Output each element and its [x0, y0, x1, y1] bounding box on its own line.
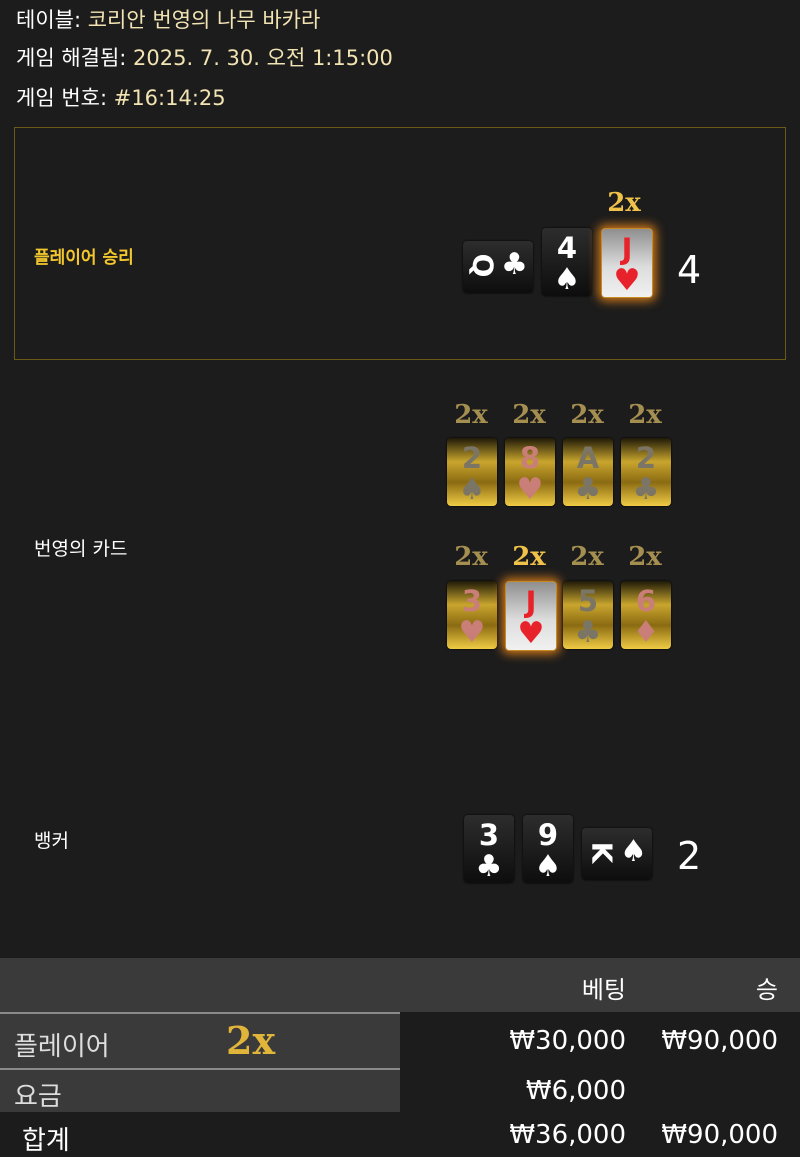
card-rank: J: [621, 232, 633, 266]
card-rank: 2: [635, 441, 657, 475]
playing-card: 9 ♠: [523, 815, 573, 884]
player-bet-multiplier: 2x: [226, 1018, 276, 1063]
card-rank: 9: [537, 818, 559, 852]
card-rank: 3: [478, 818, 500, 852]
club-icon: ♣: [632, 472, 660, 507]
prosperity-card: A ♣: [563, 438, 613, 507]
divider: [0, 1012, 400, 1014]
spade-icon: ♠: [620, 834, 647, 869]
card-rank: 3: [461, 584, 483, 618]
card-rank: J: [525, 585, 537, 619]
card-multiplier: 2x: [512, 400, 546, 430]
game-number-label: 게임 번호:: [16, 86, 108, 110]
row-win: ₩90,000: [661, 1026, 778, 1056]
banker-label: 뱅커: [34, 830, 69, 852]
heart-icon: ♥: [516, 472, 544, 507]
prosperity-card: 8 ♥: [505, 438, 555, 507]
card-rank: Q: [466, 253, 500, 278]
prosperity-card: 5 ♣: [563, 581, 613, 650]
heart-icon: ♥: [517, 616, 545, 651]
playing-card: 3 ♣: [464, 815, 514, 884]
row-win: ₩90,000: [661, 1120, 778, 1150]
win-column-header: 승: [755, 976, 778, 1004]
game-number-info: 게임 번호: #16:14:25: [16, 82, 226, 112]
card-rank: A: [576, 441, 600, 475]
resolved-info: 게임 해결됨: 2025. 7. 30. 오전 1:15:00: [16, 42, 393, 72]
diamond-icon: ♦: [632, 615, 660, 650]
club-icon: ♣: [475, 849, 503, 884]
spade-icon: ♠: [458, 472, 486, 507]
spade-icon: ♠: [534, 849, 562, 884]
club-icon: ♣: [574, 472, 602, 507]
prosperity-card-highlighted: J ♥: [505, 581, 557, 651]
prosperity-card: 6 ♦: [621, 581, 671, 650]
resolved-value: 2025. 7. 30. 오전 1:15:00: [133, 46, 393, 70]
heart-icon: ♥: [613, 263, 641, 298]
table-label: 테이블:: [16, 8, 82, 32]
playing-card: Q ♣: [463, 241, 533, 293]
card-multiplier: 2x: [570, 400, 604, 430]
resolved-label: 게임 해결됨:: [16, 46, 127, 70]
card-multiplier: 2x: [570, 542, 604, 572]
row-name: 합계: [22, 1126, 70, 1156]
card-multiplier: 2x: [628, 400, 662, 430]
card-rank: 6: [635, 584, 657, 618]
banker-score: 2: [677, 834, 702, 878]
card-multiplier: 2x: [454, 400, 488, 430]
game-number-value: #16:14:25: [113, 86, 226, 110]
card-rank: 4: [556, 231, 578, 265]
card-rank: 8: [519, 441, 541, 475]
prosperity-label: 번영의 카드: [34, 538, 128, 560]
playing-card: 4 ♠: [542, 228, 592, 297]
heart-icon: ♥: [458, 615, 486, 650]
row-name: 플레이어: [14, 1032, 110, 1062]
card-rank: 5: [577, 584, 599, 618]
spade-icon: ♠: [553, 262, 581, 297]
player-score: 4: [677, 248, 702, 292]
row-bet: ₩36,000: [509, 1120, 626, 1150]
player-win-label: 플레이어 승리: [34, 248, 134, 268]
playing-card-highlighted: J ♥: [601, 228, 653, 298]
table-value: 코리안 번영의 나무 바카라: [87, 8, 321, 32]
prosperity-card: 2 ♠: [447, 438, 497, 507]
card-multiplier: 2x: [454, 542, 488, 572]
card-rank: 2: [461, 441, 483, 475]
player-card-multiplier: 2x: [607, 188, 641, 218]
card-rank: K: [585, 841, 619, 864]
bet-table-header: 베팅 승: [0, 958, 800, 1012]
row-bet: ₩30,000: [509, 1026, 626, 1056]
playing-card: K ♠: [582, 828, 652, 880]
prosperity-card: 2 ♣: [621, 438, 671, 507]
bet-column-header: 베팅: [581, 976, 626, 1004]
prosperity-card: 3 ♥: [447, 581, 497, 650]
card-multiplier: 2x: [628, 542, 662, 572]
club-icon: ♣: [574, 615, 602, 650]
row-bet: ₩6,000: [525, 1076, 626, 1106]
club-icon: ♣: [501, 247, 528, 282]
table-info: 테이블: 코리안 번영의 나무 바카라: [16, 4, 320, 34]
row-name: 요금: [14, 1082, 62, 1112]
card-multiplier: 2x: [512, 542, 546, 572]
